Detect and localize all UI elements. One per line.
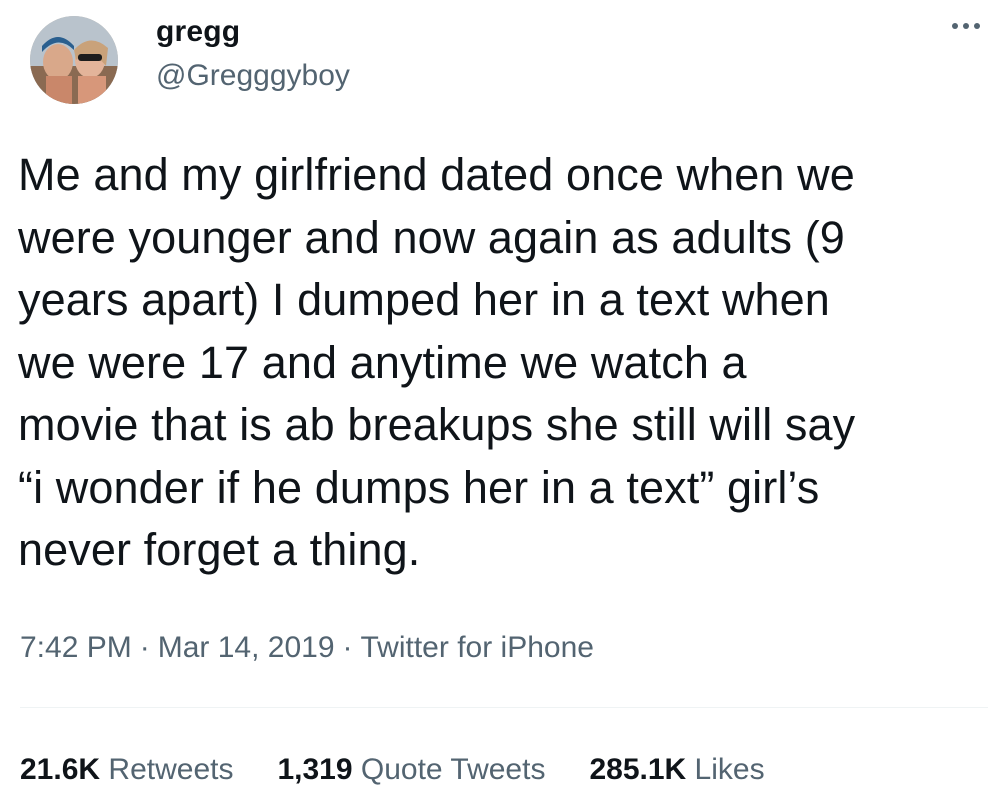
tweet-card: gregg @Gregggyboy Me and my girlfriend d…: [0, 0, 1000, 800]
meta-separator: ·: [342, 631, 353, 664]
tweet-meta: 7:42 PM · Mar 14, 2019 · Twitter for iPhone: [20, 628, 594, 668]
quote-tweets-label: Quote Tweets: [360, 753, 546, 786]
more-options-button[interactable]: [944, 8, 988, 44]
more-horizontal-icon: [952, 23, 980, 29]
retweets-label: Retweets: [108, 753, 234, 786]
tweet-source-link[interactable]: Twitter for iPhone: [361, 631, 594, 664]
profile-photo: [30, 16, 118, 104]
tweet-date-link[interactable]: Mar 14, 2019: [158, 631, 335, 664]
tweet-text: Me and my girlfriend dated once when we …: [18, 149, 856, 575]
tweet-stats: 21.6K Retweets 1,319 Quote Tweets 285.1K L…: [20, 750, 809, 790]
tweet-time-link[interactable]: 7:42 PM: [20, 631, 132, 664]
divider: [20, 707, 988, 708]
meta-separator: ·: [139, 631, 150, 664]
quote-tweets-count: 1,319: [277, 753, 353, 786]
avatar[interactable]: [30, 16, 118, 104]
likes-count: 285.1K: [589, 753, 687, 786]
user-display-name[interactable]: gregg: [156, 12, 240, 52]
quote-tweets-stat[interactable]: 1,319 Quote Tweets: [277, 750, 545, 790]
user-handle[interactable]: @Gregggyboy: [156, 56, 350, 96]
retweets-stat[interactable]: 21.6K Retweets: [20, 750, 233, 790]
likes-stat[interactable]: 285.1K Likes: [589, 750, 764, 790]
likes-label: Likes: [694, 753, 765, 786]
retweets-count: 21.6K: [20, 753, 101, 786]
